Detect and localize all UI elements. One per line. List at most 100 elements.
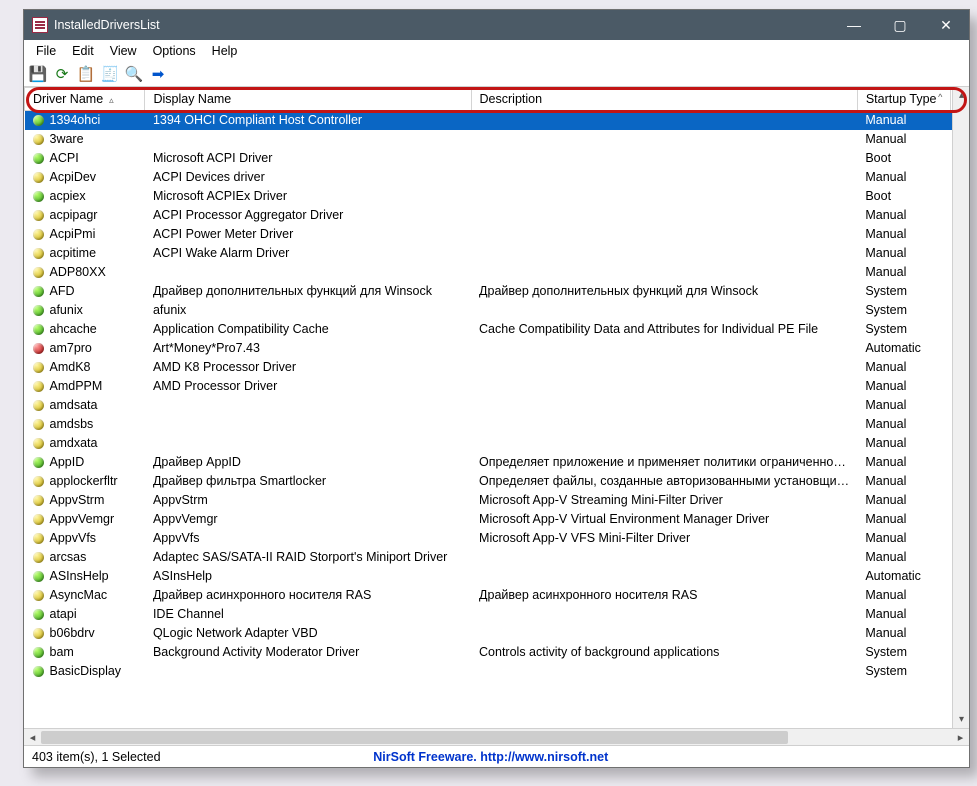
- startup-type-cell: Manual: [857, 244, 950, 263]
- table-row[interactable]: ADP80XXManual: [25, 263, 969, 282]
- display-name-cell: QLogic Network Adapter VBD: [145, 624, 471, 643]
- status-dot-icon: [33, 647, 44, 658]
- table-row[interactable]: amdsbsManual: [25, 415, 969, 434]
- description-cell: Определяет файлы, созданные авторизованн…: [471, 472, 857, 491]
- table-row[interactable]: AFDДрайвер дополнительных функций для Wi…: [25, 282, 969, 301]
- table-row[interactable]: 1394ohci1394 OHCI Compliant Host Control…: [25, 111, 969, 130]
- vertical-scrollbar[interactable]: ▴ ▾: [952, 87, 969, 728]
- scroll-left-icon[interactable]: ◂: [24, 729, 41, 746]
- startup-type-cell: Manual: [857, 586, 950, 605]
- exit-icon[interactable]: ➡: [148, 64, 168, 84]
- table-row[interactable]: AppvVfsAppvVfsMicrosoft App-V VFS Mini-F…: [25, 529, 969, 548]
- sort-indicator-icon: ▵: [109, 95, 114, 105]
- status-dot-icon: [33, 609, 44, 620]
- table-row[interactable]: BasicDisplaySystem: [25, 662, 969, 681]
- table-row[interactable]: AcpiDevACPI Devices driverManual: [25, 168, 969, 187]
- startup-type-cell: System: [857, 282, 950, 301]
- startup-type-cell: System: [857, 301, 950, 320]
- col-description[interactable]: Description: [471, 88, 857, 111]
- table-row[interactable]: amdsataManual: [25, 396, 969, 415]
- table-row[interactable]: AppvStrmAppvStrmMicrosoft App-V Streamin…: [25, 491, 969, 510]
- status-dot-icon: [33, 191, 44, 202]
- startup-type-cell: Boot: [857, 149, 950, 168]
- table-row[interactable]: amdxataManual: [25, 434, 969, 453]
- table-row[interactable]: AsyncMac Драйвер асинхронного носителя RA…: [25, 586, 969, 605]
- description-cell: [471, 225, 857, 244]
- table-row[interactable]: AcpiPmiACPI Power Meter DriverManual: [25, 225, 969, 244]
- description-cell: Controls activity of background applicat…: [471, 643, 857, 662]
- table-row[interactable]: 3wareManual: [25, 130, 969, 149]
- menu-options[interactable]: Options: [145, 42, 204, 60]
- status-dot-icon: [33, 666, 44, 677]
- startup-type-cell: Manual: [857, 130, 950, 149]
- driver-name-cell: AmdPPM: [50, 379, 103, 393]
- maximize-button[interactable]: ▢: [877, 10, 923, 40]
- driver-name-cell: 1394ohci: [50, 113, 101, 127]
- scrollbar-thumb[interactable]: [41, 731, 788, 744]
- description-cell: Драйвер дополнительных функций для Winso…: [471, 282, 857, 301]
- startup-type-cell: Automatic: [857, 339, 950, 358]
- startup-type-cell: Manual: [857, 624, 950, 643]
- menu-view[interactable]: View: [102, 42, 145, 60]
- table-row[interactable]: ACPIMicrosoft ACPI DriverBoot: [25, 149, 969, 168]
- display-name-cell: AppvVemgr: [145, 510, 471, 529]
- find-icon[interactable]: 🔍: [124, 64, 144, 84]
- nirsoft-link[interactable]: NirSoft Freeware. http://www.nirsoft.net: [373, 750, 608, 764]
- scroll-up-icon[interactable]: ▴: [953, 87, 969, 104]
- menu-edit[interactable]: Edit: [64, 42, 102, 60]
- col-startup-type[interactable]: Startup Type^: [857, 88, 950, 111]
- table-row[interactable]: arcsasAdaptec SAS/SATA-II RAID Storport'…: [25, 548, 969, 567]
- description-cell: [471, 149, 857, 168]
- table-row[interactable]: AppvVemgrAppvVemgrMicrosoft App-V Virtua…: [25, 510, 969, 529]
- close-button[interactable]: ✕: [923, 10, 969, 40]
- table-row[interactable]: b06bdrvQLogic Network Adapter VBDManual: [25, 624, 969, 643]
- driver-name-cell: AsyncMac: [50, 588, 108, 602]
- table-row[interactable]: atapiIDE ChannelManual: [25, 605, 969, 624]
- display-name-cell: IDE Channel: [145, 605, 471, 624]
- status-dot-icon: [33, 495, 44, 506]
- display-name-cell: Драйвер асинхронного носителя RAS: [145, 586, 471, 605]
- startup-type-cell: System: [857, 643, 950, 662]
- copy-icon[interactable]: 📋: [76, 64, 96, 84]
- col-display-name[interactable]: Display Name: [145, 88, 471, 111]
- table-row[interactable]: AmdPPMAMD Processor DriverManual: [25, 377, 969, 396]
- menu-file[interactable]: File: [28, 42, 64, 60]
- table-row[interactable]: afunixafunixSystem: [25, 301, 969, 320]
- table-row[interactable]: acpiexMicrosoft ACPIEx DriverBoot: [25, 187, 969, 206]
- driver-name-cell: bam: [50, 645, 74, 659]
- table-row[interactable]: ASInsHelpASInsHelpAutomatic: [25, 567, 969, 586]
- minimize-button[interactable]: —: [831, 10, 877, 40]
- title-bar[interactable]: InstalledDriversList — ▢ ✕: [24, 10, 969, 40]
- refresh-icon[interactable]: ⟳: [52, 64, 72, 84]
- table-row[interactable]: ahcacheApplication Compatibility CacheCa…: [25, 320, 969, 339]
- scroll-right-icon[interactable]: ▸: [952, 729, 969, 746]
- properties-icon[interactable]: 🧾: [100, 64, 120, 84]
- description-cell: [471, 244, 857, 263]
- display-name-cell: Background Activity Moderator Driver: [145, 643, 471, 662]
- description-cell: [471, 377, 857, 396]
- table-row[interactable]: bam Background Activity Moderator DriverC…: [25, 643, 969, 662]
- description-cell: [471, 187, 857, 206]
- table-row[interactable]: acpipagrACPI Processor Aggregator Driver…: [25, 206, 969, 225]
- startup-type-cell: System: [857, 662, 950, 681]
- menu-help[interactable]: Help: [204, 42, 246, 60]
- table-row[interactable]: acpitimeACPI Wake Alarm DriverManual: [25, 244, 969, 263]
- horizontal-scrollbar[interactable]: ◂ ▸: [24, 728, 969, 745]
- table-row[interactable]: am7proArt*Money*Pro7.43Automatic: [25, 339, 969, 358]
- save-icon[interactable]: 💾: [28, 64, 48, 84]
- description-cell: [471, 548, 857, 567]
- display-name-cell: [145, 396, 471, 415]
- table-row[interactable]: AmdK8AMD K8 Processor DriverManual: [25, 358, 969, 377]
- status-dot-icon: [33, 571, 44, 582]
- col-driver-name[interactable]: Driver Name▵: [25, 88, 145, 111]
- description-cell: [471, 396, 857, 415]
- status-dot-icon: [33, 153, 44, 164]
- status-dot-icon: [33, 381, 44, 392]
- status-dot-icon: [33, 248, 44, 259]
- scroll-down-icon[interactable]: ▾: [953, 711, 969, 728]
- table-row[interactable]: applockerfltrДрайвер фильтра Smartlocker…: [25, 472, 969, 491]
- status-dot-icon: [33, 419, 44, 430]
- table-row[interactable]: AppIDДрайвер AppIDОпределяет приложение …: [25, 453, 969, 472]
- description-cell: [471, 624, 857, 643]
- description-cell: [471, 168, 857, 187]
